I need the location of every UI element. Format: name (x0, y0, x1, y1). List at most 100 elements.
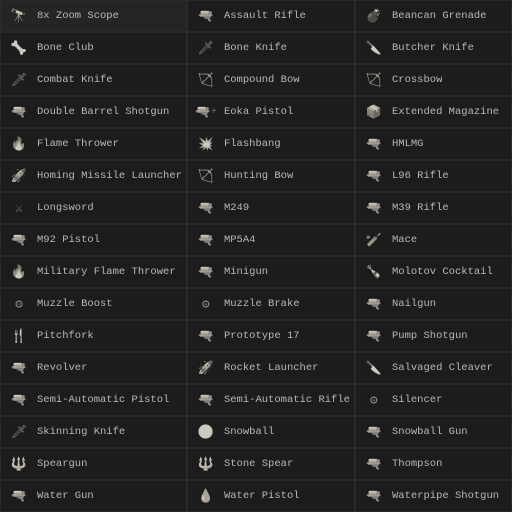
weapon-icon: 🔫 (5, 102, 33, 122)
list-item[interactable]: 🔫Revolver (0, 352, 187, 384)
list-item[interactable]: 🍴Pitchfork (0, 320, 187, 352)
list-item[interactable]: ⚙Muzzle Boost (0, 288, 187, 320)
list-item[interactable]: 🔫 Minigun (187, 256, 355, 288)
weapon-icon: 🔥 (5, 262, 33, 282)
weapon-label: M92 Pistol (37, 234, 100, 247)
weapon-icon: ⚔ (5, 198, 33, 218)
weapon-label: L96 Rifle (392, 170, 449, 183)
weapon-label: Snowball Gun (392, 426, 468, 439)
list-item[interactable]: 🏹Hunting Bow (187, 160, 355, 192)
list-item[interactable]: 🔱Speargun (0, 448, 187, 480)
weapon-icon: 🔫+ (192, 102, 220, 122)
weapon-label: Homing Missile Launcher (37, 170, 182, 183)
list-item[interactable]: ⚔ Longsword (0, 192, 187, 224)
weapon-label: Pitchfork (37, 330, 94, 343)
list-item[interactable]: 🔪Butcher Knife (355, 32, 512, 64)
weapon-icon: 🔫 (5, 486, 33, 506)
weapon-label: Skinning Knife (37, 426, 125, 439)
list-item[interactable]: ⚪Snowball (187, 416, 355, 448)
weapon-icon: 🔫 (5, 390, 33, 410)
weapon-icon: 🔫 (360, 326, 388, 346)
list-item[interactable]: 🔫Semi-Automatic Rifle (187, 384, 355, 416)
weapon-label: MP5A4 (224, 234, 256, 247)
weapon-label: Longsword (37, 202, 94, 215)
list-item[interactable]: 🔭8x Zoom Scope (0, 0, 187, 32)
list-item[interactable]: ⚙Silencer (355, 384, 512, 416)
weapon-icon: 🔫 (192, 262, 220, 282)
list-item[interactable]: 🔫Pump Shotgun (355, 320, 512, 352)
weapon-icon: ⚙ (5, 294, 33, 314)
list-item[interactable]: 🔫MP5A4 (187, 224, 355, 256)
list-item[interactable]: 🍾 Molotov Cocktail (355, 256, 512, 288)
weapon-icon: 🏹 (192, 70, 220, 90)
weapon-icon: 🏏 (360, 230, 388, 250)
weapon-icon: 💣 (360, 6, 388, 26)
list-item[interactable]: 🔫M92 Pistol (0, 224, 187, 256)
list-item[interactable]: 🔥Flame Thrower (0, 128, 187, 160)
weapon-label: Waterpipe Shotgun (392, 490, 499, 503)
list-item[interactable]: 🚀Rocket Launcher (187, 352, 355, 384)
weapon-label: Speargun (37, 458, 87, 471)
list-item[interactable]: 💧 Water Pistol (187, 480, 355, 512)
list-item[interactable]: 🏹 Compound Bow (187, 64, 355, 96)
weapon-label: Compound Bow (224, 74, 300, 87)
weapon-label: Assault Rifle (224, 10, 306, 23)
weapon-label: Minigun (224, 266, 268, 279)
weapon-label: Stone Spear (224, 458, 293, 471)
list-item[interactable]: 🔫 HMLMG (355, 128, 512, 160)
weapon-icon: 🔫 (360, 198, 388, 218)
weapon-label: M39 Rifle (392, 202, 449, 215)
weapon-label: Semi-Automatic Pistol (37, 394, 169, 407)
list-item[interactable]: 🏏 Mace (355, 224, 512, 256)
list-item[interactable]: 🔱Stone Spear (187, 448, 355, 480)
list-item[interactable]: 🔫Assault Rifle (187, 0, 355, 32)
list-item[interactable]: 🔫 M249 (187, 192, 355, 224)
list-item[interactable]: 🚀Homing Missile Launcher (0, 160, 187, 192)
list-item[interactable]: 🔫Snowball Gun (355, 416, 512, 448)
list-item[interactable]: 🔫Waterpipe Shotgun (355, 480, 512, 512)
weapon-label: HMLMG (392, 138, 424, 151)
list-item[interactable]: 🏹 Crossbow (355, 64, 512, 96)
list-item[interactable]: 🔥 Military Flame Thrower (0, 256, 187, 288)
weapon-icon: 🔫 (360, 454, 388, 474)
list-item[interactable]: 🗡Bone Knife (187, 32, 355, 64)
list-item[interactable]: 🔫+ Eoka Pistol (187, 96, 355, 128)
weapon-icon: 💧 (192, 486, 220, 506)
list-item[interactable]: ⚙Muzzle Brake (187, 288, 355, 320)
weapon-label: Water Pistol (224, 490, 300, 503)
list-item[interactable]: 🔫 L96 Rifle (355, 160, 512, 192)
list-item[interactable]: 🗡Combat Knife (0, 64, 187, 96)
weapon-icon: 🗡 (5, 422, 33, 442)
list-item[interactable]: 🔫Thompson (355, 448, 512, 480)
list-item[interactable]: 🔫Nailgun (355, 288, 512, 320)
list-item[interactable]: 📦 Extended Magazine (355, 96, 512, 128)
list-item[interactable]: 🗡 Skinning Knife (0, 416, 187, 448)
weapon-icon: 🔪 (360, 38, 388, 58)
weapon-icon: 🔫 (192, 198, 220, 218)
weapon-icon: 🔫 (360, 166, 388, 186)
list-item[interactable]: 💣Beancan Grenade (355, 0, 512, 32)
list-item[interactable]: 🔫 Semi-Automatic Pistol (0, 384, 187, 416)
list-item[interactable]: 🔫Water Gun (0, 480, 187, 512)
weapon-icon: 📦 (360, 102, 388, 122)
weapon-label: Military Flame Thrower (37, 266, 176, 279)
weapon-icon: 🏹 (360, 70, 388, 90)
weapon-icon: 🔫 (360, 134, 388, 154)
list-item[interactable]: 🦴Bone Club (0, 32, 187, 64)
weapon-label: Eoka Pistol (224, 106, 293, 119)
weapon-icon: 🍾 (360, 262, 388, 282)
list-item[interactable]: 🔫Prototype 17 (187, 320, 355, 352)
weapon-label: Molotov Cocktail (392, 266, 493, 279)
list-item[interactable]: 💥Flashbang (187, 128, 355, 160)
weapon-icon: 🔫 (5, 358, 33, 378)
weapon-label: Mace (392, 234, 417, 247)
weapon-label: M249 (224, 202, 249, 215)
weapon-icon: 💥 (192, 134, 220, 154)
weapon-label: Extended Magazine (392, 106, 499, 119)
weapon-label: Rocket Launcher (224, 362, 319, 375)
weapon-label: Crossbow (392, 74, 442, 87)
weapon-icon: ⚙ (192, 294, 220, 314)
list-item[interactable]: 🔪Salvaged Cleaver (355, 352, 512, 384)
list-item[interactable]: 🔫 M39 Rifle (355, 192, 512, 224)
list-item[interactable]: 🔫Double Barrel Shotgun (0, 96, 187, 128)
